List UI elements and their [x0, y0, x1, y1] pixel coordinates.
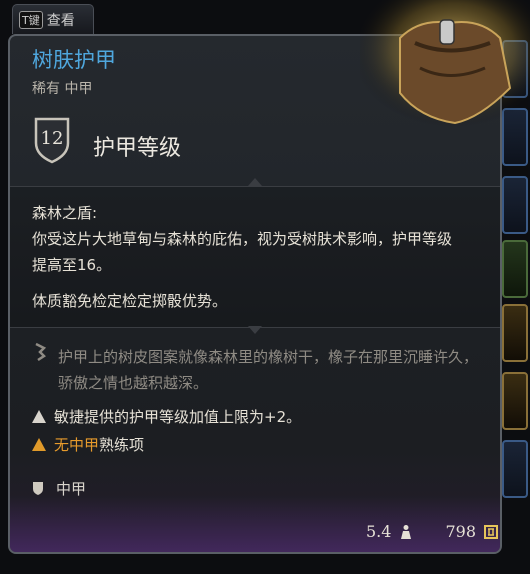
dex-cap-warning: 敏捷提供的护甲等级加值上限为+2。 — [32, 406, 301, 427]
passive-description: 你受这片大地草甸与森林的庇佑，视为受树肤术影响，护甲等级提高至16。 — [32, 230, 453, 274]
inventory-slot — [502, 372, 528, 430]
warning-icon — [32, 410, 46, 423]
gold-coin-icon — [484, 524, 498, 539]
inventory-slot — [502, 240, 528, 298]
passive-extra-effect: 体质豁免检定检定掷骰优势。 — [32, 292, 228, 310]
item-rarity-type: 稀有 中甲 — [32, 81, 93, 97]
armor-class-label: 护甲等级 — [93, 136, 182, 161]
warning-icon — [32, 438, 46, 451]
lore-text: 护甲上的树皮图案就像森林里的橡树干，橡子在那里沉睡许久，骄傲之情也越积越深。 — [58, 348, 479, 392]
section-divider-notch — [248, 178, 262, 186]
inventory-slot — [502, 440, 528, 498]
section-divider-notch — [248, 326, 262, 334]
item-weight: 5.4 — [366, 522, 392, 541]
item-value: 798 — [445, 522, 476, 541]
keybind-hint: T键 — [19, 10, 43, 29]
proficiency-label: 熟练项 — [99, 436, 145, 454]
item-name: 树肤护甲 — [32, 48, 116, 72]
armor-type-row: 中甲 — [32, 478, 86, 499]
weight-icon — [401, 524, 412, 539]
passive-name: 森林之盾: — [32, 204, 98, 222]
proficiency-warning: 无中甲熟练项 — [32, 434, 144, 455]
proficiency-missing-text: 无中甲 — [54, 436, 100, 454]
armor-type: 中甲 — [56, 480, 87, 498]
armor-item-image — [360, 0, 530, 128]
armor-class-value: 12 — [40, 128, 64, 149]
inspect-tab[interactable]: T键 查看 — [12, 4, 94, 34]
inventory-slot — [502, 176, 528, 234]
inventory-slot — [502, 304, 528, 362]
dex-cap-text: 敏捷提供的护甲等级加值上限为+2。 — [54, 408, 302, 426]
armor-type-shield-icon — [33, 482, 43, 495]
quill-icon — [35, 342, 46, 362]
item-footer: 5.4 798 — [366, 522, 498, 541]
inspect-tab-label: 查看 — [46, 12, 75, 29]
